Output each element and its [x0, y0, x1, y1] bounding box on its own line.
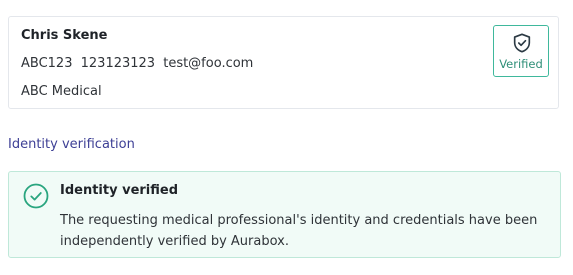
shield-check-icon: [513, 33, 531, 53]
profile-organization: ABC Medical: [21, 84, 102, 99]
status-message: The requesting medical professional's id…: [60, 213, 538, 249]
profile-card: Chris Skene ABC123 123123123 test@foo.co…: [8, 16, 559, 109]
status-title: Identity verified: [60, 183, 179, 198]
verified-badge: Verified: [493, 25, 549, 77]
section-title: Identity verification: [8, 137, 135, 152]
profile-name: Chris Skene: [21, 28, 108, 43]
verification-status-card: Identity verified The requesting medical…: [8, 171, 561, 258]
check-circle-icon: [23, 183, 49, 209]
verified-badge-label: Verified: [499, 57, 543, 71]
profile-phone: 123123123: [80, 56, 156, 71]
profile-id-code: ABC123: [21, 56, 73, 71]
profile-email: test@foo.com: [163, 56, 254, 71]
profile-details: ABC123 123123123 test@foo.com: [21, 56, 257, 71]
